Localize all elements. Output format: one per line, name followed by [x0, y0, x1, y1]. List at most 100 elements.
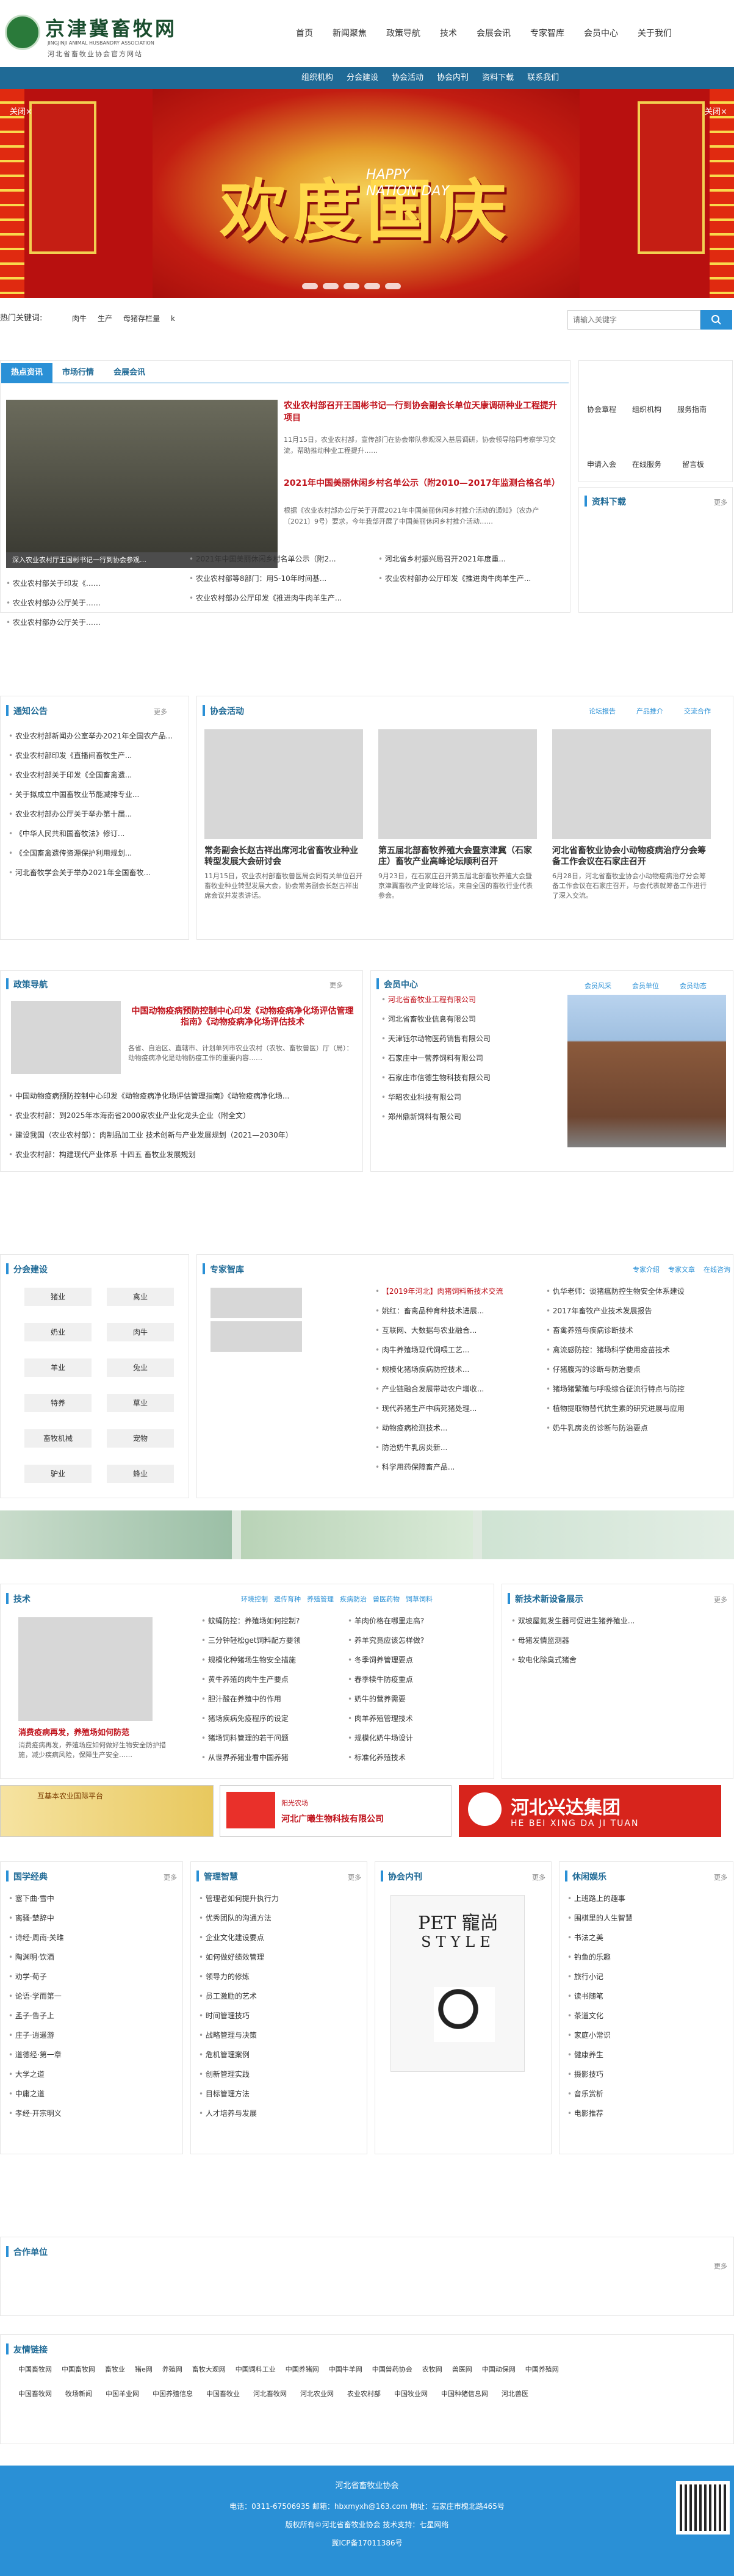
list-item[interactable]: 奶牛乳房炎的诊断与防治要点: [546, 1418, 729, 1438]
list-item[interactable]: 肉羊养殖管理技术: [348, 1709, 488, 1728]
journal-cover[interactable]: PET 寵尚 STYLE: [390, 1895, 525, 2072]
newtech-more[interactable]: 更多: [714, 1595, 727, 1604]
list-item[interactable]: 河北省乡村振兴局召开2021年度重...: [378, 549, 561, 569]
list-item[interactable]: 旅行小记: [567, 1967, 729, 1986]
activity-card-title[interactable]: 河北省畜牧业协会小动物疫病治疗分会筹备工作会议在石家庄召开: [552, 845, 711, 868]
news-headline-2[interactable]: 2021年中国美丽休闲乡村名单公示（附2010—2017年监测合格名单）: [284, 477, 564, 489]
list-item[interactable]: 中庸之道: [9, 2084, 179, 2104]
friend-link[interactable]: 河北农业网: [300, 2389, 334, 2398]
list-item[interactable]: 离骚·楚辞中: [9, 1908, 179, 1928]
list-item[interactable]: 钓鱼的乐趣: [567, 1947, 729, 1967]
list-item[interactable]: 大学之道: [9, 2065, 179, 2084]
list-item[interactable]: 标准化养殖技术: [348, 1748, 488, 1767]
list-item[interactable]: 企业文化建设要点: [199, 1928, 364, 1947]
tech-headline[interactable]: 消费疫病再发，养殖场如何防范: [18, 1726, 171, 1737]
expert-image-1[interactable]: [210, 1288, 302, 1318]
list-item[interactable]: 植物提取物替代抗生素的研究进展与应用: [546, 1399, 729, 1418]
list-item[interactable]: 规模化奶牛场设计: [348, 1728, 488, 1748]
list-item[interactable]: 姚红：畜禽品种育种技术进展...: [375, 1301, 528, 1321]
list-item[interactable]: 肉牛养殖场现代饲喂工艺...: [375, 1340, 528, 1360]
ad-box-2[interactable]: 阳光农场 河北广曦生物科技有限公司: [220, 1785, 452, 1837]
tab-hot-news[interactable]: 热点资讯: [1, 363, 53, 383]
list-item[interactable]: 冬季饲养管理要点: [348, 1650, 488, 1670]
list-item[interactable]: 奶牛的营养需要: [348, 1689, 488, 1709]
expert-link-consult[interactable]: 在线咨询: [703, 1265, 730, 1274]
branch-poultry[interactable]: 禽业: [107, 1288, 174, 1306]
classics-more[interactable]: 更多: [164, 1872, 177, 1882]
list-item[interactable]: 健康养生: [567, 2045, 729, 2065]
friend-link[interactable]: 中国畜牧网: [18, 2389, 52, 2398]
friend-link[interactable]: 中国种猪信息网: [441, 2389, 488, 2398]
list-item[interactable]: 动物疫病检测技术...: [375, 1418, 528, 1438]
news-headline-1[interactable]: 农业农村部召开王国彬书记一行到协会副会长单位天康调研种业工程提升项目: [284, 400, 564, 424]
list-item[interactable]: 猪场疾病免疫程序的设定: [201, 1709, 342, 1728]
friend-link[interactable]: 中国饲料工业: [236, 2364, 276, 2374]
tech-tab-env[interactable]: 环境控制: [241, 1594, 268, 1604]
branch-beef[interactable]: 肉牛: [107, 1323, 174, 1341]
list-item[interactable]: 农业农村部办公厅关于……: [6, 613, 183, 632]
list-item[interactable]: 关于拟成立中国畜牧业节能减排专业...: [9, 785, 182, 804]
list-item[interactable]: 陶渊明·饮酒: [9, 1947, 179, 1967]
list-item[interactable]: 软电化除臭式猪舍: [511, 1650, 728, 1670]
list-item[interactable]: 农业农村部办公厅关于举办第十届...: [9, 804, 182, 824]
friend-link[interactable]: 中国畜牧网: [62, 2364, 95, 2374]
link-online-service[interactable]: 在线服务: [632, 459, 661, 469]
list-item[interactable]: 2017年畜牧产业技术发展报告: [546, 1301, 729, 1321]
activity-card-title[interactable]: 常务副会长赵古祥出席河北省畜牧业种业转型发展大会研讨会: [204, 845, 363, 868]
list-item[interactable]: 天津钰尔动物医药销售有限公司: [381, 1029, 564, 1048]
list-item[interactable]: 仇华老师：谈猪瘟防控生物安全体系建设: [546, 1282, 729, 1301]
subnav-org[interactable]: 组织机构: [301, 67, 333, 89]
branch-special[interactable]: 特养: [24, 1394, 92, 1412]
list-item[interactable]: 农业农村部关于印发《全国畜禽遗...: [9, 765, 182, 785]
list-item[interactable]: 畜禽养殖与疾病诊断技术: [546, 1321, 729, 1340]
nav-experts[interactable]: 专家智库: [530, 24, 564, 43]
journal-more[interactable]: 更多: [532, 1872, 545, 1882]
tech-tab-feed[interactable]: 饲草饲料: [406, 1594, 433, 1604]
subnav-contact[interactable]: 联系我们: [527, 67, 559, 89]
link-message-board[interactable]: 留言板: [682, 459, 704, 469]
friend-link[interactable]: 畜牧大观网: [192, 2364, 226, 2374]
list-item[interactable]: 蚊蝇防控：养殖场如何控制?: [201, 1611, 342, 1631]
list-item[interactable]: 危机管理案例: [199, 2045, 364, 2065]
hot-keyword[interactable]: 母猪存栏量: [123, 308, 160, 329]
list-item[interactable]: 农业农村部新闻办公室举办2021年全国农产品...: [9, 726, 182, 746]
friend-link[interactable]: 中国养殖信息: [153, 2389, 193, 2398]
branch-pig[interactable]: 猪业: [24, 1288, 92, 1306]
banner-carousel[interactable]: 关闭× 关闭× 欢度国庆 HAPPY NATION DAY: [0, 89, 734, 298]
list-item[interactable]: 上班路上的趣事: [567, 1889, 729, 1908]
link-charter[interactable]: 协会章程: [587, 404, 616, 414]
ad-banner-2[interactable]: [241, 1510, 473, 1559]
list-item[interactable]: 石家庄市信德生物科技有限公司: [381, 1068, 564, 1088]
list-item[interactable]: 仔猪腹泻的诊断与防治要点: [546, 1360, 729, 1379]
list-item[interactable]: 孟子·告子上: [9, 2006, 179, 2026]
activity-link-forum[interactable]: 论坛报告: [589, 706, 616, 716]
list-item[interactable]: 道德经·第一章: [9, 2045, 179, 2065]
list-item[interactable]: 三分钟轻松get饲料配方要领: [201, 1631, 342, 1650]
search-input[interactable]: [567, 310, 700, 330]
ad-strip[interactable]: [0, 1510, 734, 1559]
tech-tab-management[interactable]: 养殖管理: [307, 1594, 334, 1604]
list-item[interactable]: 防治奶牛乳房炎新...: [375, 1438, 528, 1457]
expert-link-articles[interactable]: 专家文章: [668, 1265, 695, 1274]
branch-bee[interactable]: 蜂业: [107, 1465, 174, 1483]
activity-image-2[interactable]: [378, 729, 537, 839]
tab-market[interactable]: 市场行情: [52, 363, 104, 383]
list-item[interactable]: 电影推荐: [567, 2104, 729, 2123]
list-item[interactable]: 农业农村部等8部门：用5-10年时间基...: [189, 569, 372, 588]
list-item[interactable]: 双坡屋氮发生器可促进生猪养殖业...: [511, 1611, 728, 1631]
list-item[interactable]: 产业链融合发展带动农户增收...: [375, 1379, 528, 1399]
friend-link[interactable]: 牧场新闻: [65, 2389, 92, 2398]
list-item[interactable]: 农业农村部印发《直播间畜牧生产...: [9, 746, 182, 765]
notice-more[interactable]: 更多: [154, 707, 167, 716]
branch-donkey[interactable]: 驴业: [24, 1465, 92, 1483]
branch-dairy[interactable]: 奶业: [24, 1323, 92, 1341]
list-item[interactable]: 河北省畜牧业信息有限公司: [381, 1009, 564, 1029]
expert-link-intro[interactable]: 专家介绍: [633, 1265, 660, 1274]
policy-headline[interactable]: 中国动物疫病预防控制中心印发《动物疫病净化场评估管理指南》《动物疫病净化场评估技…: [128, 1006, 357, 1040]
friend-link[interactable]: 农业农村部: [347, 2389, 381, 2398]
nav-expo[interactable]: 会展会讯: [477, 24, 511, 43]
wisdom-more[interactable]: 更多: [348, 1872, 361, 1882]
activity-card-title[interactable]: 第五届北部畜牧养殖大会暨京津冀（石家庄）畜牧产业高峰论坛顺利召开: [378, 845, 537, 868]
list-item[interactable]: 《全国畜禽遗传资源保护利用规划...: [9, 843, 182, 863]
banner-close-right[interactable]: 关闭×: [705, 105, 727, 117]
